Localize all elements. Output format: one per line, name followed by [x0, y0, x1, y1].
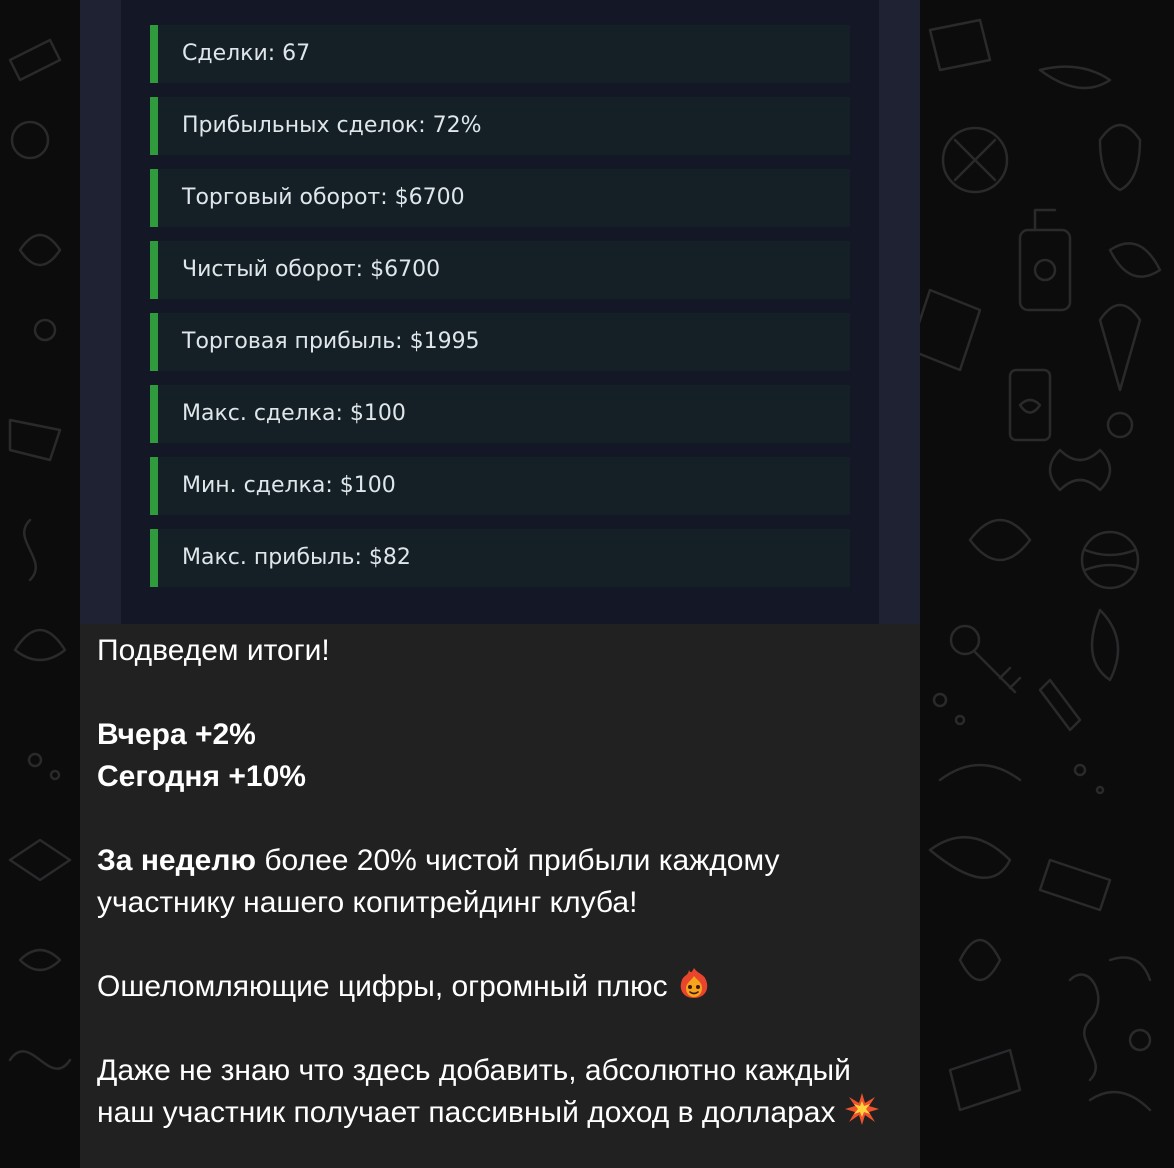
stat-row-max-profit: Макс. прибыль: $82: [150, 529, 850, 587]
stat-row-net-turnover: Чистый оборот: $6700: [150, 241, 850, 299]
stat-row-profitable-trades: Прибыльных сделок: 72%: [150, 97, 850, 155]
yesterday-line: Вчера +2%: [97, 718, 256, 751]
stat-row-trades: Сделки: 67: [150, 25, 850, 83]
stat-row-max-trade: Макс. сделка: $100: [150, 385, 850, 443]
message-bubble[interactable]: Сделки: 67 Прибыльных сделок: 72% Торгов…: [80, 0, 920, 1168]
fire-face-icon: [676, 966, 712, 1000]
stat-label: Макс. сделка: $100: [182, 401, 406, 426]
stat-label: Чистый оборот: $6700: [182, 257, 441, 282]
stat-row-trading-profit: Торговая прибыль: $1995: [150, 313, 850, 371]
stats-panel: Сделки: 67 Прибыльных сделок: 72% Торгов…: [121, 0, 879, 624]
stat-label: Торговый оборот: $6700: [182, 185, 465, 210]
amazing-text: Ошеломляющие цифры, огромный плюс: [97, 970, 676, 1003]
stat-label: Сделки: 67: [182, 41, 311, 66]
today-line: Сегодня +10%: [97, 760, 306, 793]
closing-paragraph: Даже не знаю что здесь добавить, абсолют…: [97, 1050, 907, 1134]
stats-screenshot[interactable]: Сделки: 67 Прибыльных сделок: 72% Торгов…: [80, 0, 920, 624]
week-paragraph: За неделю более 20% чистой прибыли каждо…: [97, 840, 907, 924]
stat-label: Прибыльных сделок: 72%: [182, 113, 482, 138]
collision-icon: [844, 1092, 880, 1126]
stat-label: Торговая прибыль: $1995: [182, 329, 480, 354]
closing-text: Даже не знаю что здесь добавить, абсолют…: [97, 1054, 851, 1129]
stat-row-min-trade: Мин. сделка: $100: [150, 457, 850, 515]
summary-line: Подведем итоги!: [97, 634, 330, 667]
week-bold-text: За неделю: [97, 844, 257, 877]
stat-label: Мин. сделка: $100: [182, 473, 396, 498]
stat-row-trading-turnover: Торговый оборот: $6700: [150, 169, 850, 227]
amazing-paragraph: Ошеломляющие цифры, огромный плюс: [97, 966, 907, 1008]
message-text: Подведем итоги! Вчера +2% Сегодня +10% З…: [97, 630, 907, 1134]
stat-label: Макс. прибыль: $82: [182, 545, 411, 570]
